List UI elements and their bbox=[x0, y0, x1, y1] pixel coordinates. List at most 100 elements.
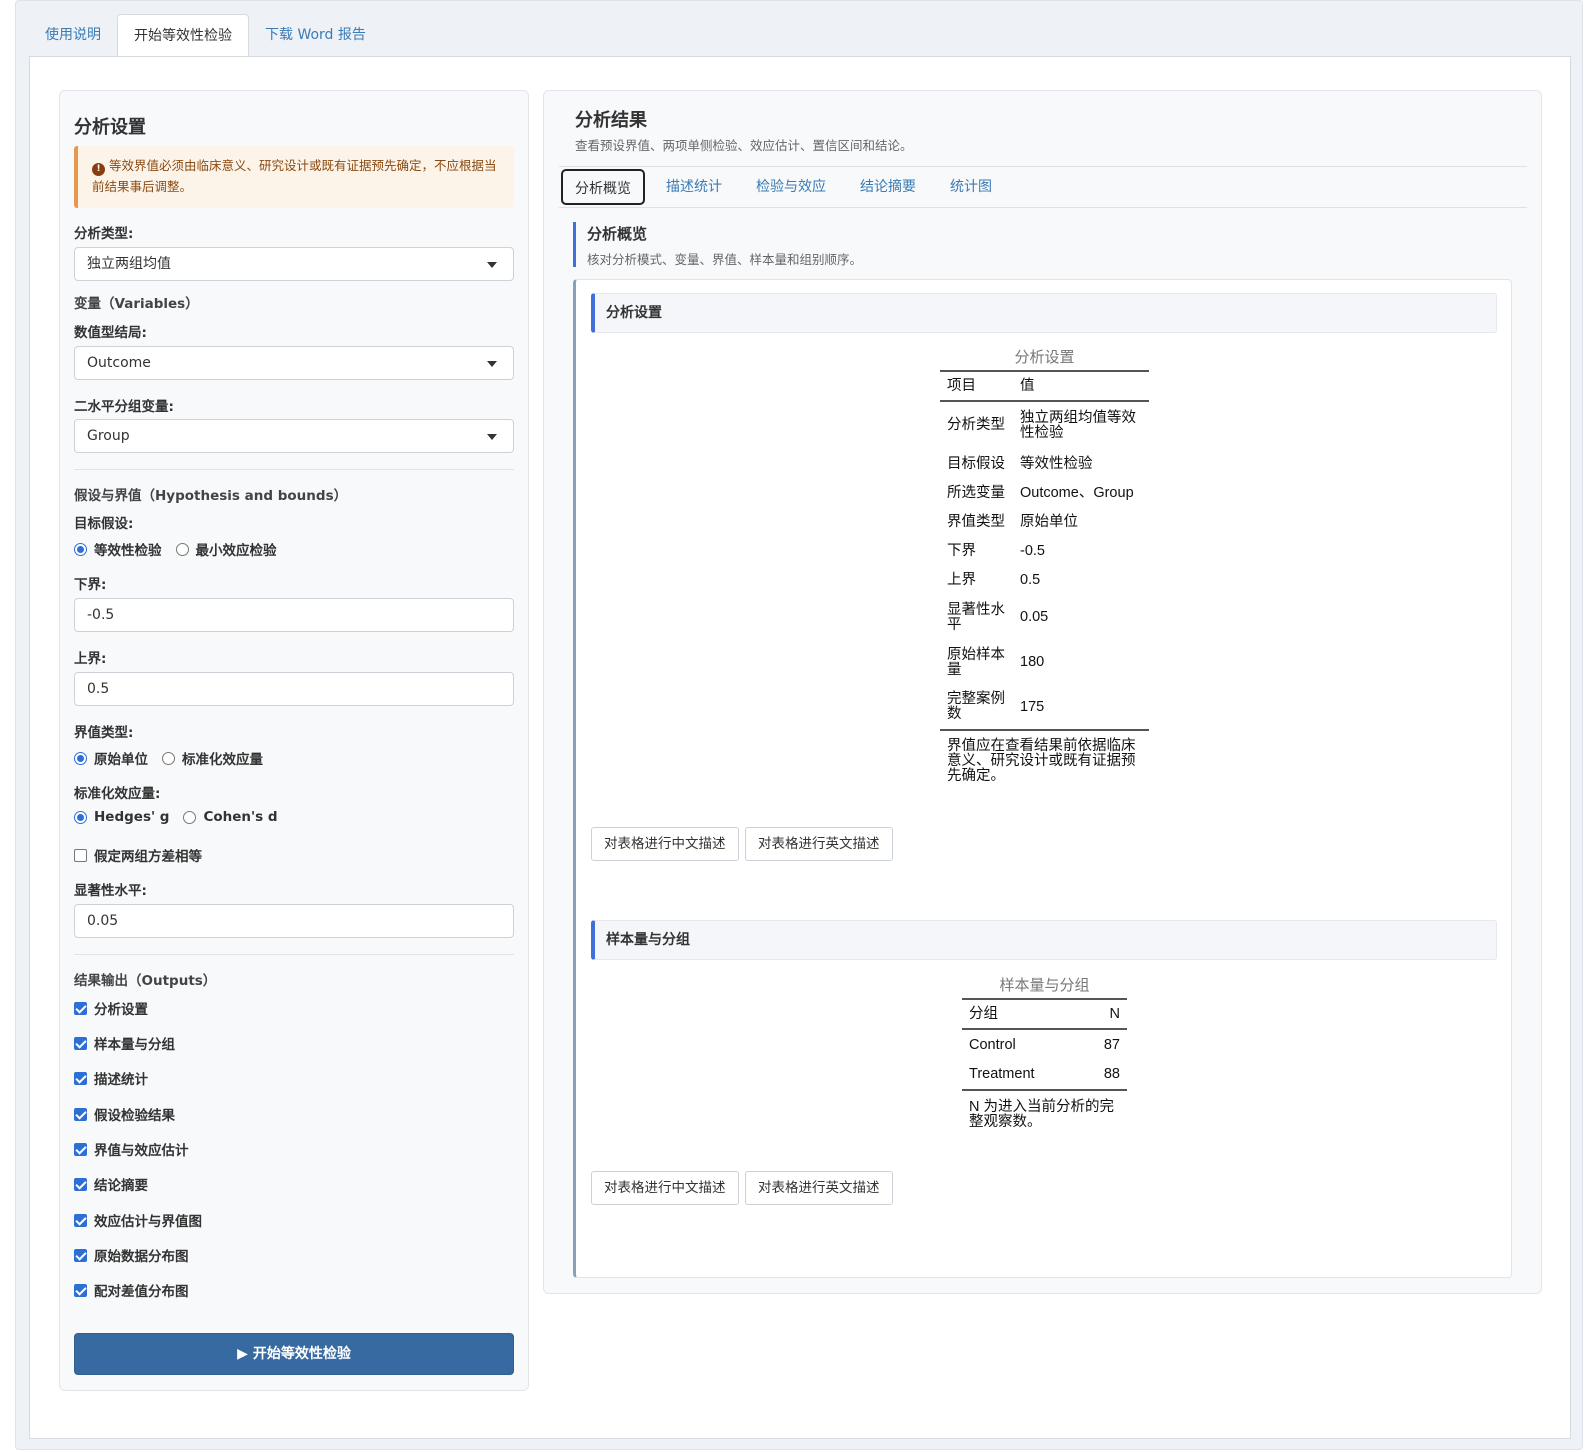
output-checkbox[interactable]: 分析设置 bbox=[74, 998, 148, 1018]
table-cell: Outcome、Group bbox=[1020, 485, 1134, 501]
analysis-type-label: 分析类型: bbox=[74, 226, 134, 242]
checkbox[interactable] bbox=[74, 1142, 87, 1156]
tab-conclusion[interactable]: 结论摘要 bbox=[843, 169, 933, 205]
radio-minimal-effect[interactable]: 最小效应检验 bbox=[175, 539, 277, 559]
bound-type-label: 界值类型: bbox=[74, 725, 134, 741]
info-icon: ! bbox=[92, 163, 105, 176]
radio-raw-units[interactable]: 原始单位 bbox=[74, 748, 148, 768]
tab-descriptives[interactable]: 描述统计 bbox=[649, 169, 739, 205]
lower-bound-input[interactable]: -0.5 bbox=[74, 598, 514, 632]
alpha-input[interactable]: 0.05 bbox=[74, 904, 514, 938]
table-row: 分析类型 独立两组均值等效性检验 bbox=[940, 401, 1149, 449]
describe-en-button[interactable]: 对表格进行英文描述 bbox=[745, 827, 893, 861]
radio-label: 最小效应检验 bbox=[195, 543, 277, 559]
variables-section-title: 变量（Variables） bbox=[74, 296, 199, 312]
warning-box: ! 等效界值必须由临床意义、研究设计或既有证据预先确定，不应根据当前结果事后调整。 bbox=[74, 146, 514, 208]
checkbox[interactable] bbox=[74, 1248, 87, 1262]
upper-bound-label: 上界: bbox=[74, 651, 107, 667]
describe-cn-button[interactable]: 对表格进行中文描述 bbox=[591, 1171, 739, 1205]
sample-table: 分组 N Control 87 Treatment 88 bbox=[962, 998, 1127, 1091]
radio-standardized[interactable]: 标准化效应量 bbox=[162, 748, 263, 768]
analysis-type-select[interactable]: 独立两组均值 bbox=[74, 247, 514, 281]
table-cell: 等效性检验 bbox=[1020, 455, 1093, 472]
checkbox[interactable] bbox=[74, 1001, 87, 1015]
table-row: Treatment 88 bbox=[962, 1060, 1127, 1091]
target-hypothesis-label: 目标假设: bbox=[74, 516, 134, 532]
column-header: N bbox=[1081, 998, 1127, 1030]
tab-instructions[interactable]: 使用说明 bbox=[29, 14, 117, 57]
table-cell: 分析类型 bbox=[947, 417, 1005, 433]
outputs-section-title: 结果输出（Outputs） bbox=[74, 973, 217, 989]
tab-plots[interactable]: 统计图 bbox=[933, 169, 1009, 205]
output-checkbox[interactable]: 界值与效应估计 bbox=[74, 1139, 189, 1159]
lower-bound-label: 下界: bbox=[74, 577, 107, 593]
results-panel: 分析结果 查看预设界值、两项单侧检验、效应估计、置信区间和结论。 分析概览 描述… bbox=[543, 90, 1542, 1294]
radio-button[interactable] bbox=[74, 810, 87, 824]
outcome-select[interactable]: Outcome bbox=[74, 346, 514, 380]
radio-cohens-d[interactable]: Cohen's d bbox=[183, 809, 278, 825]
table-cell: 独立两组均值等效性检验 bbox=[1020, 409, 1136, 441]
tab-overview[interactable]: 分析概览 bbox=[561, 169, 645, 205]
checkbox-label: 描述统计 bbox=[94, 1072, 148, 1088]
tab-download-report[interactable]: 下载 Word 报告 bbox=[249, 14, 382, 57]
checkbox[interactable] bbox=[74, 1036, 87, 1050]
describe-cn-button[interactable]: 对表格进行中文描述 bbox=[591, 827, 739, 861]
table-cell: 原始样本量 bbox=[947, 646, 1005, 678]
group-select[interactable]: Group bbox=[74, 419, 514, 453]
upper-bound-input[interactable]: 0.5 bbox=[74, 672, 514, 706]
column-header: 项目 bbox=[940, 370, 1013, 402]
equal-variance-checkbox[interactable]: 假定两组方差相等 bbox=[74, 845, 202, 865]
output-checkbox[interactable]: 描述统计 bbox=[74, 1068, 148, 1088]
output-checkbox[interactable]: 结论摘要 bbox=[74, 1174, 148, 1194]
tab-start-test[interactable]: 开始等效性检验 bbox=[117, 14, 249, 58]
radio-label: 标准化效应量 bbox=[182, 752, 263, 768]
target-hypothesis-radio-group: 等效性检验 最小效应检验 bbox=[74, 539, 291, 559]
table-cell: 0.05 bbox=[1020, 609, 1049, 625]
settings-section-header: 分析设置 bbox=[591, 293, 1497, 333]
radio-label: Cohen's d bbox=[203, 809, 278, 825]
checkbox[interactable] bbox=[74, 1213, 87, 1227]
chevron-down-icon bbox=[487, 262, 497, 268]
main-panel: 分析设置 ! 等效界值必须由临床意义、研究设计或既有证据预先确定，不应根据当前结果… bbox=[29, 56, 1571, 1439]
checkbox[interactable] bbox=[74, 1177, 87, 1191]
radio-label: Hedges' g bbox=[94, 809, 170, 825]
settings-table-footnote: 界值应在查看结果前依据临床意义、研究设计或既有证据预先确定。 bbox=[947, 738, 1136, 784]
accent-bar bbox=[573, 222, 576, 267]
checkbox[interactable] bbox=[74, 1107, 87, 1121]
table-cell: -0.5 bbox=[1020, 543, 1045, 559]
radio-button[interactable] bbox=[74, 542, 87, 556]
overview-content: 分析设置 分析设置 项目 值 分析类型 独立两组均值等效性检验 目标假设 等效性检验… bbox=[573, 279, 1512, 1278]
analysis-type-value: 独立两组均值 bbox=[87, 256, 171, 272]
checkbox[interactable] bbox=[74, 1283, 87, 1297]
output-checkbox[interactable]: 原始数据分布图 bbox=[74, 1245, 189, 1265]
table-cell: Control bbox=[969, 1036, 1016, 1053]
table-cell: 目标假设 bbox=[947, 455, 1005, 472]
sample-table-footnote: N 为进入当前分析的完整观察数。 bbox=[969, 1099, 1114, 1130]
table-cell: 180 bbox=[1020, 654, 1045, 670]
overview-title: 分析概览 bbox=[587, 225, 648, 243]
output-checkbox[interactable]: 效应估计与界值图 bbox=[74, 1210, 202, 1230]
table-row: 原始样本量 180 bbox=[940, 640, 1149, 685]
sidebar-title: 分析设置 bbox=[74, 117, 146, 138]
radio-label: 原始单位 bbox=[94, 752, 148, 768]
radio-button[interactable] bbox=[175, 542, 189, 556]
checkbox[interactable] bbox=[74, 848, 87, 862]
radio-button[interactable] bbox=[162, 751, 175, 765]
radio-button[interactable] bbox=[183, 810, 197, 824]
describe-en-button[interactable]: 对表格进行英文描述 bbox=[745, 1171, 893, 1205]
settings-sidebar: 分析设置 ! 等效界值必须由临床意义、研究设计或既有证据预先确定，不应根据当前结果… bbox=[59, 90, 529, 1391]
output-checkbox[interactable]: 配对差值分布图 bbox=[74, 1280, 189, 1300]
results-title: 分析结果 bbox=[575, 110, 647, 131]
output-checkbox[interactable]: 样本量与分组 bbox=[74, 1033, 175, 1053]
table-cell: 界值类型 bbox=[947, 514, 1005, 530]
tab-tests-effects[interactable]: 检验与效应 bbox=[739, 169, 843, 205]
output-checkbox[interactable]: 假设检验结果 bbox=[74, 1104, 175, 1124]
radio-button[interactable] bbox=[74, 751, 87, 765]
checkbox[interactable] bbox=[74, 1071, 87, 1085]
table-row: Control 87 bbox=[962, 1029, 1127, 1060]
run-test-button[interactable]: ▶ 开始等效性检验 bbox=[74, 1333, 514, 1375]
radio-hedges-g[interactable]: Hedges' g bbox=[74, 809, 169, 825]
table-cell: 原始单位 bbox=[1020, 514, 1078, 530]
radio-equivalence[interactable]: 等效性检验 bbox=[74, 539, 162, 559]
divider bbox=[74, 469, 514, 470]
